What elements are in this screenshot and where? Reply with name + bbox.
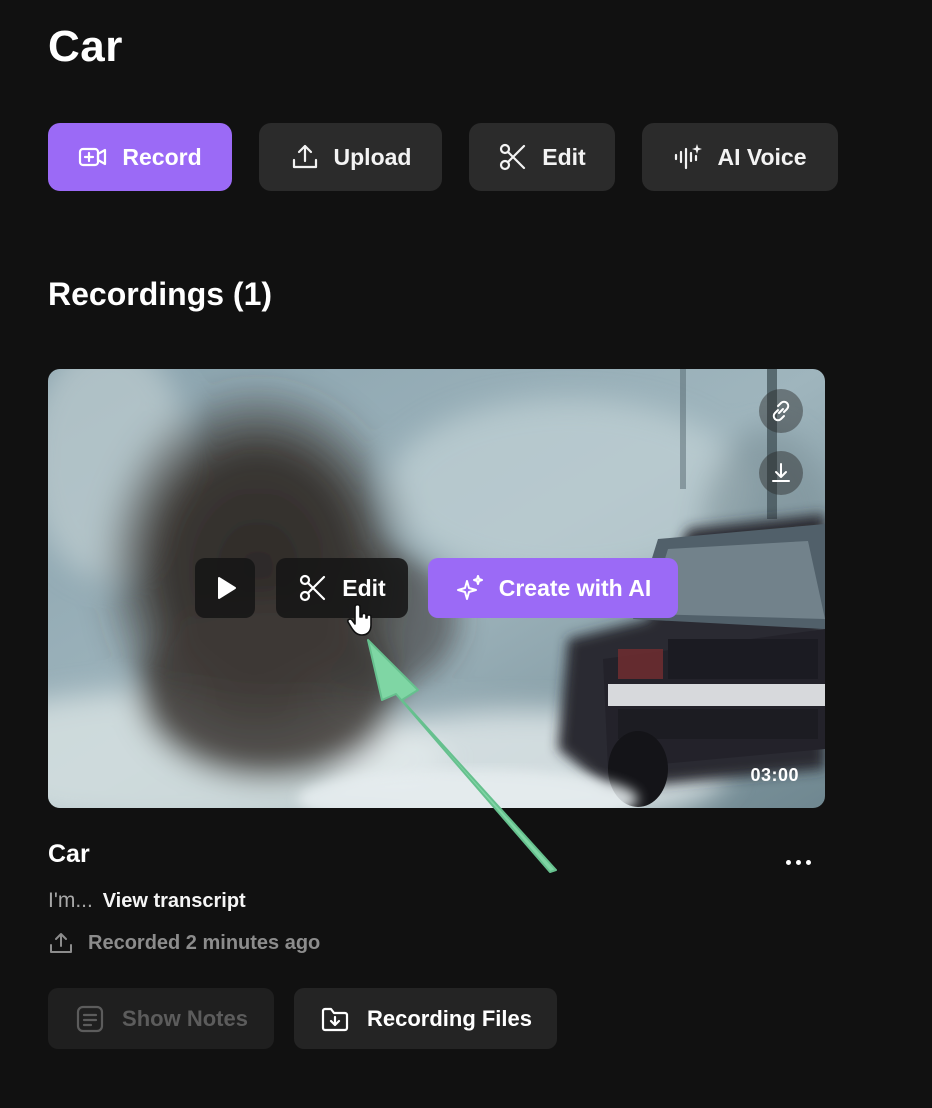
recording-files-button[interactable]: Recording Files [294,988,557,1049]
link-icon [772,400,790,422]
video-camera-icon [79,147,107,167]
upload-icon [292,144,317,169]
more-dot [805,859,811,865]
more-dot [785,859,791,865]
play-icon [218,577,236,599]
transcript-snippet: I'm... View transcript [48,889,246,913]
recording-title[interactable]: Car [48,840,90,869]
create-with-ai-label: Create with AI [498,574,652,601]
ai-voice-button[interactable]: AI Voice [642,123,838,191]
upload-button[interactable]: Upload [259,123,442,191]
copy-link-button[interactable] [759,389,803,433]
more-options-button[interactable] [778,842,818,882]
scissors-icon [500,143,526,171]
ai-voice-icon [675,144,703,170]
overlay-edit-button[interactable]: Edit [276,558,408,618]
hand-cursor-icon [347,603,372,636]
recorded-meta: Recorded 2 minutes ago [48,930,320,956]
video-duration: 03:00 [750,765,799,785]
sparkles-icon [456,575,483,600]
edit-label: Edit [542,143,586,170]
show-notes-label: Show Notes [122,1005,248,1031]
more-dot [795,859,801,865]
view-transcript-link[interactable]: View transcript [103,890,246,912]
overlay-edit-label: Edit [342,574,386,601]
page-title: Car [48,22,123,71]
ai-voice-label: AI Voice [717,143,807,170]
upload-icon [50,933,72,953]
show-notes-button[interactable]: Show Notes [48,988,274,1049]
folder-download-icon [321,1007,349,1031]
edit-button[interactable]: Edit [469,123,615,191]
scissors-icon [300,574,326,602]
transcript-text: I'm... [48,889,93,912]
recording-files-label: Recording Files [366,1005,533,1031]
record-button[interactable]: Record [48,123,232,191]
upload-label: Upload [333,143,412,170]
download-icon [772,463,790,482]
recordings-heading: Recordings (1) [48,276,273,312]
notes-icon [76,1005,104,1032]
record-label: Record [122,143,202,170]
download-button[interactable] [759,451,803,495]
recording-thumbnail[interactable]: Edit Create with AI 03:00 [48,369,825,808]
play-button[interactable] [195,558,255,618]
recorded-time: Recorded 2 minutes ago [88,931,321,954]
create-with-ai-button[interactable]: Create with AI [428,558,678,618]
